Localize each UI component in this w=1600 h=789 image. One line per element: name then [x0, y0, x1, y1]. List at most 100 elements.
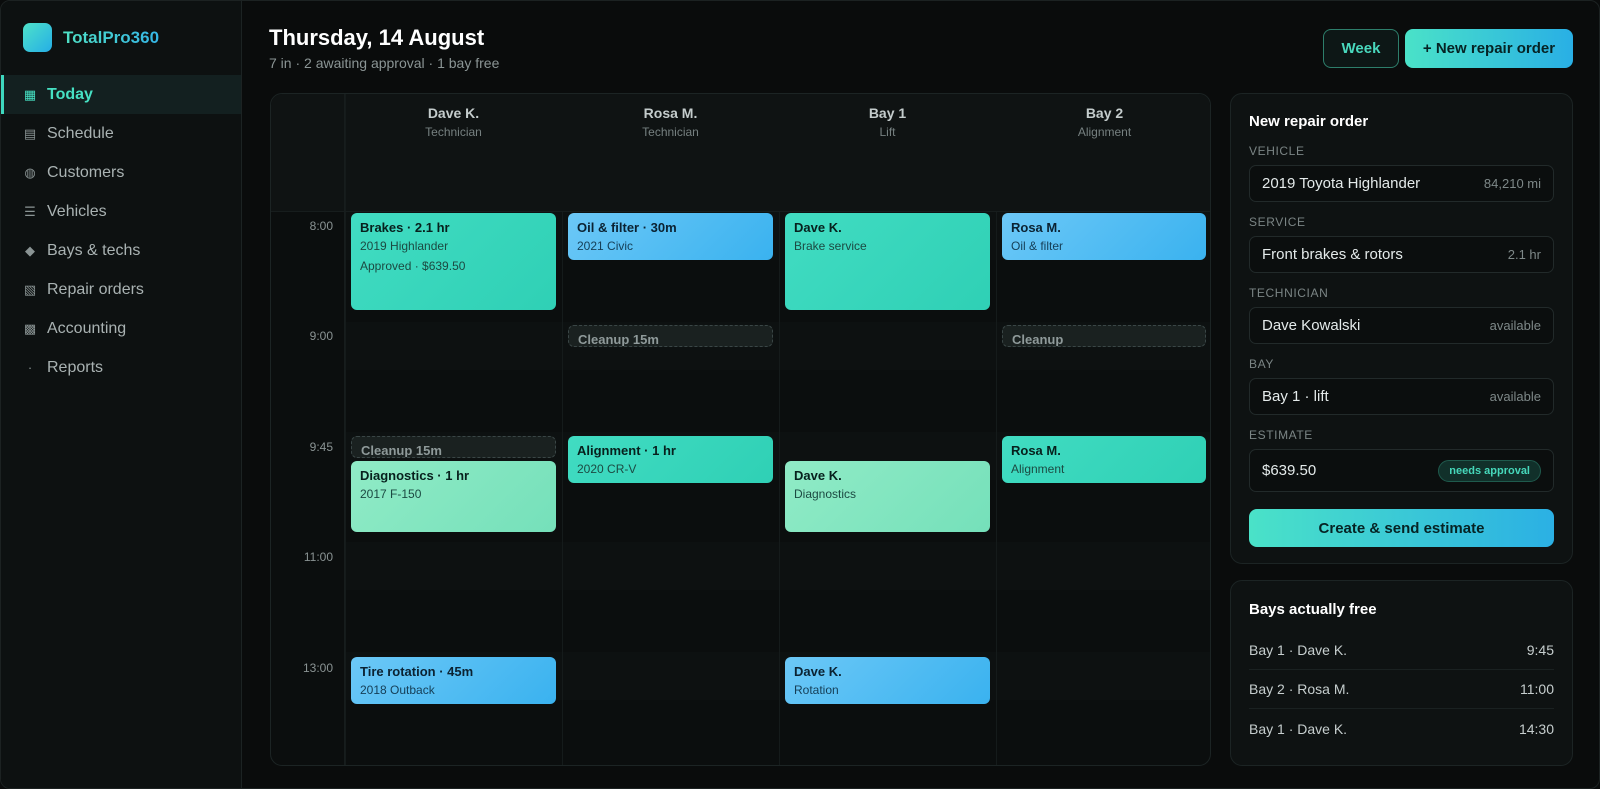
slot-row-band	[345, 542, 1210, 590]
sidebar-item-label: Schedule	[47, 124, 114, 142]
sidebar-item-label: Accounting	[47, 319, 127, 337]
sidebar-item-accounting[interactable]: ▩ Accounting	[1, 309, 241, 348]
bays-diamond-icon: ◆	[25, 242, 35, 258]
bay-label: BAY	[1249, 357, 1274, 371]
event-service: Brake service	[794, 239, 867, 253]
sidebar-item-reports[interactable]: · Reports	[1, 348, 241, 387]
bay-availability: available	[1489, 389, 1541, 404]
free-bay-row[interactable]: Bay 1 · Dave K. 9:45	[1249, 631, 1554, 670]
column-name: Bay 1	[868, 105, 907, 121]
sidebar-item-label: Today	[47, 85, 93, 103]
free-bay-row[interactable]: Bay 1 · Dave K. 14:30	[1249, 709, 1554, 748]
event-bay1-rotation[interactable]: Dave K. Rotation	[785, 657, 990, 704]
event-title: Cleanup 15m	[361, 443, 442, 458]
accounting-icon: ▩	[23, 320, 37, 336]
app-logo-icon	[23, 23, 52, 52]
sidebar-item-vehicles[interactable]: ☰ Vehicles	[1, 192, 241, 231]
sidebar-item-label: Bays & techs	[47, 241, 141, 259]
event-vehicle: 2020 CR-V	[577, 462, 637, 476]
sidebar-item-label: Reports	[47, 358, 104, 376]
service-duration: 2.1 hr	[1507, 247, 1541, 262]
bay-field[interactable]: Bay 1 · lift available	[1249, 378, 1554, 415]
event-bay1-diagnostics[interactable]: Dave K. Diagnostics	[785, 461, 990, 532]
time-label: 11:00	[303, 550, 333, 564]
sidebar-item-repair-orders[interactable]: ▧ Repair orders	[1, 270, 241, 309]
column-name: Dave K.	[427, 105, 480, 121]
event-alignment[interactable]: Alignment · 1 hr 2020 CR-V	[568, 436, 773, 483]
event-bay2-oil-filter[interactable]: Rosa M. Oil & filter	[1002, 213, 1206, 260]
repair-orders-icon: ▧	[23, 281, 37, 297]
sidebar-item-today[interactable]: ▦ Today	[1, 75, 241, 114]
new-repair-order-panel: New repair order VEHICLE 2019 Toyota Hig…	[1230, 93, 1573, 564]
event-title: Tire rotation · 45m	[360, 664, 474, 679]
sidebar-item-label: Repair orders	[47, 280, 144, 298]
sidebar-item-customers[interactable]: ◍ Customers	[1, 153, 241, 192]
sidebar-nav: ▦ Today ▤ Schedule ◍ Customers ☰ Vehicle…	[1, 75, 241, 387]
column-role: Technician	[425, 125, 482, 139]
event-cleanup[interactable]: Cleanup 15m	[568, 325, 773, 347]
panel-title: New repair order	[1249, 113, 1369, 130]
event-title: Rosa M.	[1011, 220, 1061, 235]
service-label: SERVICE	[1249, 215, 1306, 229]
event-bay2-alignment[interactable]: Rosa M. Alignment	[1002, 436, 1206, 483]
free-bay-time: 9:45	[1526, 642, 1554, 658]
brand[interactable]: TotalPro360	[23, 23, 159, 52]
event-cleanup[interactable]: Cleanup	[1002, 325, 1206, 347]
bay-value: Bay 1 · lift	[1262, 388, 1329, 405]
event-bay1-brake-service[interactable]: Dave K. Brake service	[785, 213, 990, 310]
sidebar-item-label: Vehicles	[47, 202, 107, 220]
vehicle-label: VEHICLE	[1249, 144, 1305, 158]
service-field[interactable]: Front brakes & rotors 2.1 hr	[1249, 236, 1554, 273]
column-header-rosa: Rosa M. Technician	[562, 94, 779, 139]
time-label: 9:45	[309, 440, 333, 454]
vehicle-mileage: 84,210 mi	[1483, 176, 1541, 191]
event-oil-filter[interactable]: Oil & filter · 30m 2021 Civic	[568, 213, 773, 260]
event-cleanup[interactable]: Cleanup 15m	[351, 436, 556, 458]
event-title: Rosa M.	[1011, 443, 1061, 458]
event-brakes[interactable]: Brakes · 2.1 hr 2019 Highlander Approved…	[351, 213, 556, 310]
vehicles-icon: ☰	[24, 203, 36, 219]
technician-label: TECHNICIAN	[1249, 286, 1329, 300]
column-header-bay1: Bay 1 Lift	[779, 94, 996, 139]
column-divider	[562, 212, 563, 765]
bays-free-panel: Bays actually free Bay 1 · Dave K. 9:45 …	[1230, 580, 1573, 766]
schedule-calendar: Dave K. Technician Rosa M. Technician Ba…	[270, 93, 1211, 766]
technician-field[interactable]: Dave Kowalski available	[1249, 307, 1554, 344]
column-divider	[779, 212, 780, 765]
estimate-field[interactable]: $639.50 needs approval	[1249, 449, 1554, 492]
customers-icon: ◍	[24, 164, 36, 180]
create-send-estimate-button[interactable]: Create & send estimate	[1249, 509, 1554, 547]
new-repair-order-button[interactable]: + New repair order	[1405, 29, 1573, 68]
event-title: Diagnostics · 1 hr	[360, 468, 470, 483]
sidebar-item-schedule[interactable]: ▤ Schedule	[1, 114, 241, 153]
event-vehicle: 2019 Highlander	[360, 239, 449, 253]
column-role: Technician	[642, 125, 699, 139]
free-bay-row[interactable]: Bay 2 · Rosa M. 11:00	[1249, 670, 1554, 709]
page-title: Thursday, 14 August	[269, 25, 485, 50]
panel-title: Bays actually free	[1249, 601, 1377, 618]
sidebar-item-bays-techs[interactable]: ◆ Bays & techs	[1, 231, 241, 270]
column-role: Alignment	[1077, 125, 1132, 139]
column-name: Rosa M.	[643, 105, 698, 121]
event-service: Oil & filter	[1011, 239, 1064, 253]
header-divider	[271, 211, 1210, 212]
estimate-label: ESTIMATE	[1249, 428, 1313, 442]
column-divider	[345, 94, 346, 765]
event-vehicle: 2018 Outback	[360, 683, 435, 697]
week-view-button[interactable]: Week	[1323, 29, 1399, 68]
event-tire-rotation[interactable]: Tire rotation · 45m 2018 Outback	[351, 657, 556, 704]
column-header-bay2: Bay 2 Alignment	[996, 94, 1210, 139]
column-divider	[996, 212, 997, 765]
event-diagnostics[interactable]: Diagnostics · 1 hr 2017 F-150	[351, 461, 556, 532]
event-title: Dave K.	[794, 468, 842, 483]
vehicle-field[interactable]: 2019 Toyota Highlander 84,210 mi	[1249, 165, 1554, 202]
free-bay-label: Bay 1 · Dave K.	[1249, 642, 1348, 658]
needs-approval-badge: needs approval	[1438, 459, 1541, 482]
column-name: Bay 2	[1085, 105, 1124, 121]
event-title: Cleanup 15m	[578, 332, 659, 347]
free-bay-label: Bay 2 · Rosa M.	[1249, 681, 1350, 697]
free-bay-label: Bay 1 · Dave K.	[1249, 720, 1348, 737]
event-title: Alignment · 1 hr	[577, 443, 676, 458]
schedule-icon: ▤	[23, 125, 37, 141]
free-bay-time: 11:00	[1520, 681, 1554, 697]
